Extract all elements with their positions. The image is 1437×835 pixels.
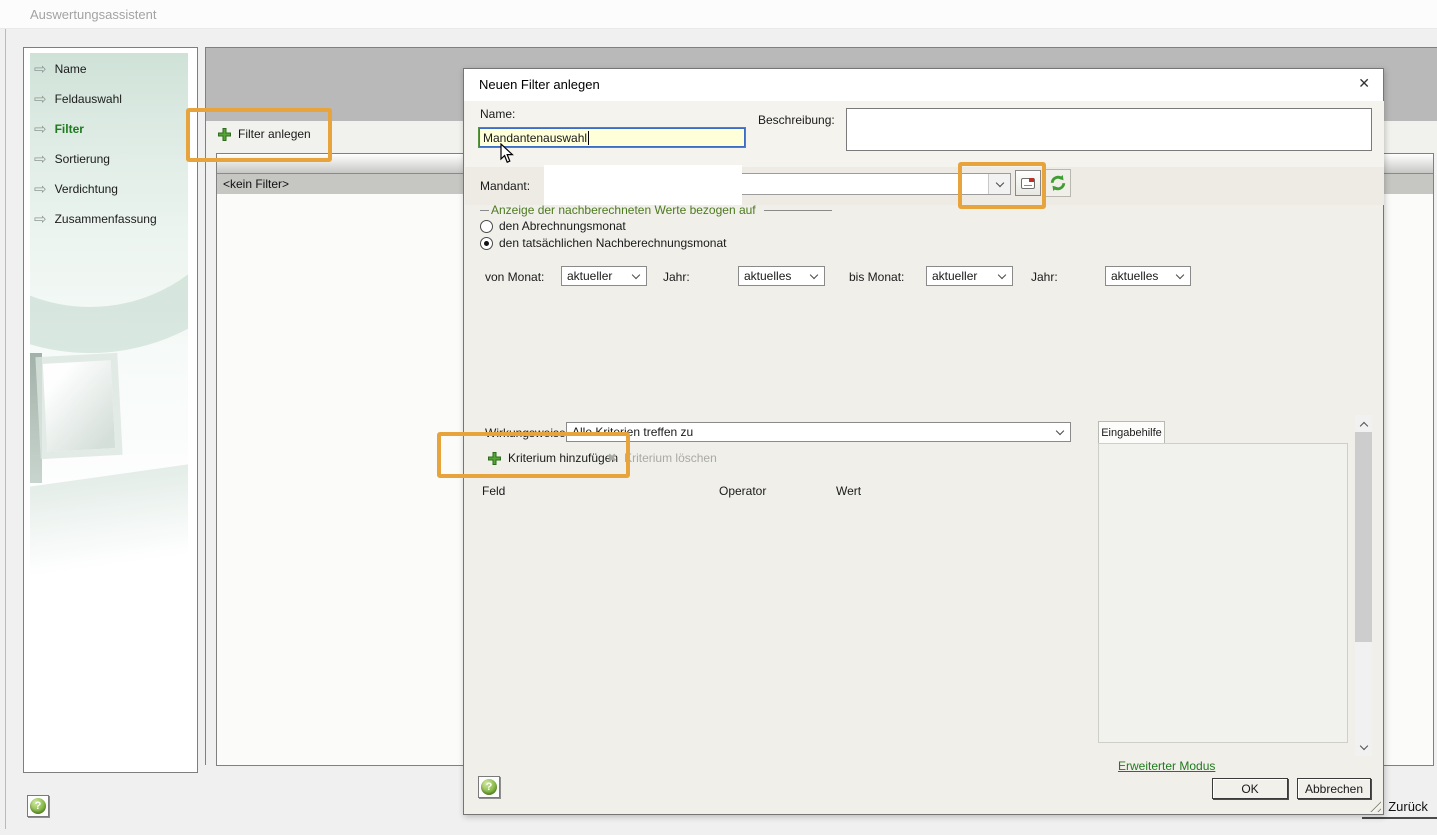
name-label: Name:: [480, 107, 515, 121]
arrow-right-icon: ⇨: [34, 122, 47, 137]
radio-selected-icon: [480, 237, 493, 250]
watermark-monitor: [35, 353, 122, 459]
question-icon: ?: [481, 779, 497, 795]
add-criterion-button[interactable]: Kriterium hinzufügen: [488, 451, 618, 465]
window-frame-line: [5, 29, 6, 829]
advanced-mode-link[interactable]: Erweiterter Modus: [1118, 759, 1215, 773]
chevron-down-icon: [1176, 271, 1184, 279]
description-label: Beschreibung:: [758, 113, 835, 127]
to-month-label: bis Monat:: [849, 270, 904, 284]
display-group-header: Anzeige der nachberechneten Werte bezoge…: [480, 203, 832, 217]
empty-filter-text: <kein Filter>: [223, 177, 289, 191]
scroll-up-icon[interactable]: [1355, 415, 1372, 432]
column-operator: Operator: [719, 484, 766, 498]
cancel-button[interactable]: Abbrechen: [1297, 778, 1371, 799]
add-icon: [488, 452, 501, 465]
back-button-underline: [1362, 817, 1437, 819]
selection-list-icon: [1021, 178, 1035, 189]
refresh-icon: [1049, 174, 1067, 192]
close-icon[interactable]: ✕: [1358, 76, 1370, 92]
sidebar-item-feldauswahl[interactable]: ⇨ Feldauswahl: [34, 88, 122, 110]
from-year-select[interactable]: aktuelles: [738, 266, 825, 286]
resize-grip[interactable]: [1366, 798, 1381, 812]
column-feld: Feld: [482, 484, 505, 498]
sidebar-item-verdichtung[interactable]: ⇨ Verdichtung: [34, 178, 118, 200]
back-button[interactable]: < Zurück: [1377, 799, 1428, 814]
from-month-label: von Monat:: [485, 270, 544, 284]
column-wert: Wert: [836, 484, 861, 498]
radio-abrechnungsmonat[interactable]: den Abrechnungsmonat: [480, 219, 626, 233]
to-year-label: Jahr:: [1031, 270, 1058, 284]
sidebar-item-sortierung[interactable]: ⇨ Sortierung: [34, 148, 110, 170]
chevron-down-icon: [1056, 427, 1064, 435]
app-title: Auswertungsassistent: [30, 7, 156, 22]
delete-icon: ✖: [607, 451, 617, 465]
new-filter-dialog: Neuen Filter anlegen ✕ Name: Mandantenau…: [463, 68, 1384, 815]
app-window: Auswertungsassistent ⇨ Name ⇨ Feldauswah…: [0, 0, 1437, 835]
to-year-select[interactable]: aktuelles: [1105, 266, 1191, 286]
eingabehilfe-panel: [1098, 443, 1348, 743]
help-button-main[interactable]: ?: [27, 795, 49, 817]
radio-nachberechnungsmonat[interactable]: den tatsächlichen Nachberechnungsmonat: [480, 236, 726, 250]
description-input[interactable]: [846, 108, 1372, 151]
wizard-sidebar: ⇨ Name ⇨ Feldauswahl ⇨ Filter ⇨ Sortieru…: [23, 47, 198, 773]
from-month-select[interactable]: aktueller: [561, 266, 647, 286]
mandant-label: Mandant:: [480, 179, 530, 193]
arrow-right-icon: ⇨: [34, 62, 47, 77]
add-filter-button[interactable]: Filter anlegen: [218, 127, 311, 141]
tab-eingabehilfe[interactable]: Eingabehilfe: [1098, 421, 1165, 444]
sidebar-item-name[interactable]: ⇨ Name: [34, 58, 87, 80]
filter-name-input[interactable]: Mandantenauswahl: [478, 127, 746, 148]
add-icon: [218, 128, 231, 141]
add-filter-label: Filter anlegen: [238, 127, 311, 141]
watermark-desk: [30, 458, 188, 578]
from-year-label: Jahr:: [663, 270, 690, 284]
delete-criterion-button: ✖ Kriterium löschen: [607, 451, 717, 465]
scrollbar-thumb[interactable]: [1355, 432, 1372, 642]
arrow-right-icon: ⇨: [34, 152, 47, 167]
chevron-down-icon: [810, 271, 818, 279]
effect-select[interactable]: Alle Kriterien treffen zu: [566, 422, 1071, 442]
dialog-title: Neuen Filter anlegen: [479, 77, 600, 92]
question-icon: ?: [30, 798, 46, 814]
mandant-selection-list-button[interactable]: [1015, 170, 1041, 196]
chevron-down-icon: [996, 179, 1004, 187]
app-titlebar: Auswertungsassistent: [0, 0, 1437, 29]
to-month-select[interactable]: aktueller: [926, 266, 1013, 286]
effect-label: Wirkungsweise:: [485, 426, 569, 440]
radio-icon: [480, 220, 493, 233]
chevron-down-icon: [632, 271, 640, 279]
help-button-dialog[interactable]: ?: [478, 776, 500, 798]
vertical-scrollbar[interactable]: [1355, 415, 1372, 756]
filter-name-value: Mandantenauswahl: [483, 131, 587, 145]
arrow-right-icon: ⇨: [34, 212, 47, 227]
arrow-right-icon: ⇨: [34, 182, 47, 197]
sidebar-item-filter[interactable]: ⇨ Filter: [34, 118, 84, 140]
mandant-dropdown-button[interactable]: [988, 174, 1010, 194]
redacted-area: [544, 165, 742, 205]
chevron-down-icon: [998, 271, 1006, 279]
mandant-refresh-button[interactable]: [1045, 169, 1071, 197]
display-group-title: Anzeige der nachberechneten Werte bezoge…: [491, 203, 756, 217]
arrow-right-icon: ⇨: [34, 92, 47, 107]
text-caret: [588, 131, 589, 145]
ok-button[interactable]: OK: [1212, 778, 1288, 799]
dialog-titlebar: Neuen Filter anlegen ✕: [464, 69, 1383, 101]
scroll-down-icon[interactable]: [1355, 739, 1372, 756]
sidebar-item-zusammenfassung[interactable]: ⇨ Zusammenfassung: [34, 208, 157, 230]
